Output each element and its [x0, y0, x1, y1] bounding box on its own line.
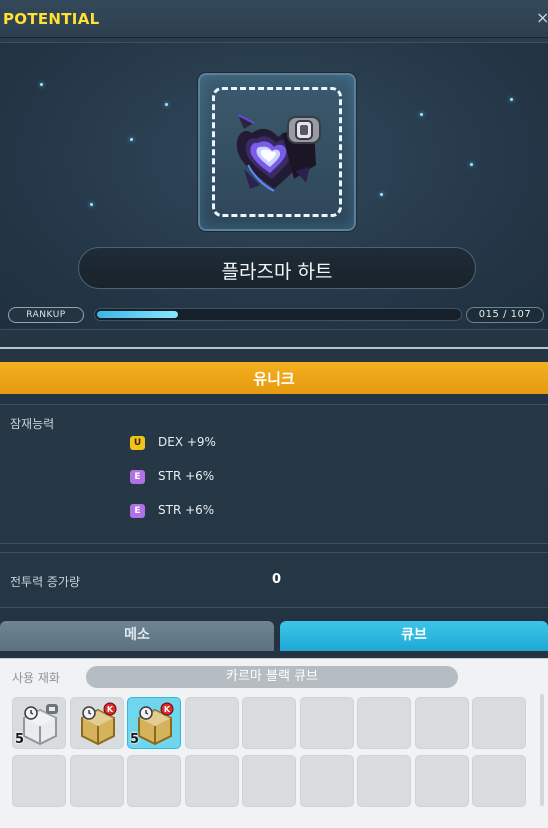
- sparkle-decoration: [90, 203, 93, 206]
- tab-meso[interactable]: 메소: [0, 621, 274, 651]
- material-slot-empty[interactable]: [242, 697, 296, 749]
- rank-progress-fill: [97, 311, 178, 318]
- divider: [0, 347, 548, 349]
- rankup-badge: RANKUP: [8, 307, 84, 323]
- potential-line-text: STR +6%: [158, 503, 215, 517]
- window-title: POTENTIAL: [3, 10, 100, 28]
- sparkle-decoration: [40, 83, 43, 86]
- potential-window: POTENTIAL × 플라즈마 하트 RANKUP 015 / 107 유니크…: [0, 0, 548, 828]
- unique-grade-icon: U: [130, 436, 145, 450]
- potential-lines-panel: 잠재능력 U DEX +9% E STR +6% E STR +6%: [0, 404, 548, 544]
- potential-grade-bar: 유니크: [0, 362, 548, 394]
- title-bar[interactable]: POTENTIAL ×: [0, 0, 548, 38]
- selected-cube-dropdown[interactable]: 카르마 블랙 큐브: [86, 666, 458, 688]
- combat-power-label: 전투력 증가량: [10, 575, 81, 589]
- material-slot-karma-black-cube[interactable]: K5: [127, 697, 181, 749]
- potential-grade-label: 유니크: [253, 370, 295, 388]
- plasma-heart-icon: [230, 109, 326, 199]
- sparkle-decoration: [470, 163, 473, 166]
- material-scrollbar[interactable]: [540, 694, 544, 806]
- material-slot-empty[interactable]: [357, 755, 411, 807]
- tab-cube[interactable]: 큐브: [280, 621, 548, 651]
- sparkle-decoration: [165, 103, 168, 106]
- svg-text:K: K: [164, 705, 171, 714]
- material-slot-white-cube[interactable]: 5: [12, 697, 66, 749]
- material-slot-empty[interactable]: [472, 755, 526, 807]
- material-count: 5: [15, 732, 25, 747]
- material-slot-empty[interactable]: [242, 755, 296, 807]
- material-slot-empty[interactable]: [184, 755, 239, 807]
- material-slot-empty[interactable]: [414, 697, 469, 749]
- material-slot-empty[interactable]: [127, 755, 181, 807]
- sparkle-decoration: [510, 98, 513, 101]
- material-slot-empty[interactable]: [299, 755, 354, 807]
- material-panel: 사용 재화 카르마 블랙 큐브 5KK5: [0, 658, 548, 828]
- sparkle-decoration: [380, 193, 383, 196]
- potential-line-text: STR +6%: [158, 469, 215, 483]
- material-slot-empty[interactable]: [299, 697, 354, 749]
- combat-power-panel: 전투력 증가량 0: [0, 552, 548, 608]
- rank-progress-bar: [94, 308, 462, 321]
- close-button[interactable]: ×: [536, 8, 548, 28]
- item-name: 플라즈마 하트: [221, 261, 333, 283]
- material-slot-karma-red-cube[interactable]: K: [69, 697, 124, 749]
- svg-text:K: K: [106, 705, 113, 714]
- sparkle-decoration: [420, 113, 423, 116]
- rank-progress-count: 015 / 107: [466, 307, 544, 323]
- epic-grade-icon: E: [130, 504, 145, 518]
- material-label: 사용 재화: [12, 671, 60, 685]
- material-count: 5: [130, 732, 140, 747]
- material-slot-empty[interactable]: [414, 755, 469, 807]
- material-slot-empty[interactable]: [69, 755, 124, 807]
- item-showcase: 플라즈마 하트 RANKUP 015 / 107: [0, 42, 548, 330]
- material-slot-empty[interactable]: [12, 755, 66, 807]
- item-name-bar: 플라즈마 하트: [78, 247, 476, 289]
- sparkle-decoration: [130, 138, 133, 141]
- material-slot-empty[interactable]: [357, 697, 411, 749]
- combat-power-value: 0: [272, 572, 282, 587]
- item-slot[interactable]: [198, 73, 356, 231]
- potential-line-text: DEX +9%: [158, 435, 216, 449]
- material-slot-empty[interactable]: [184, 697, 239, 749]
- material-slot-empty[interactable]: [472, 697, 526, 749]
- epic-grade-icon: E: [130, 470, 145, 484]
- potential-label: 잠재능력: [10, 417, 55, 431]
